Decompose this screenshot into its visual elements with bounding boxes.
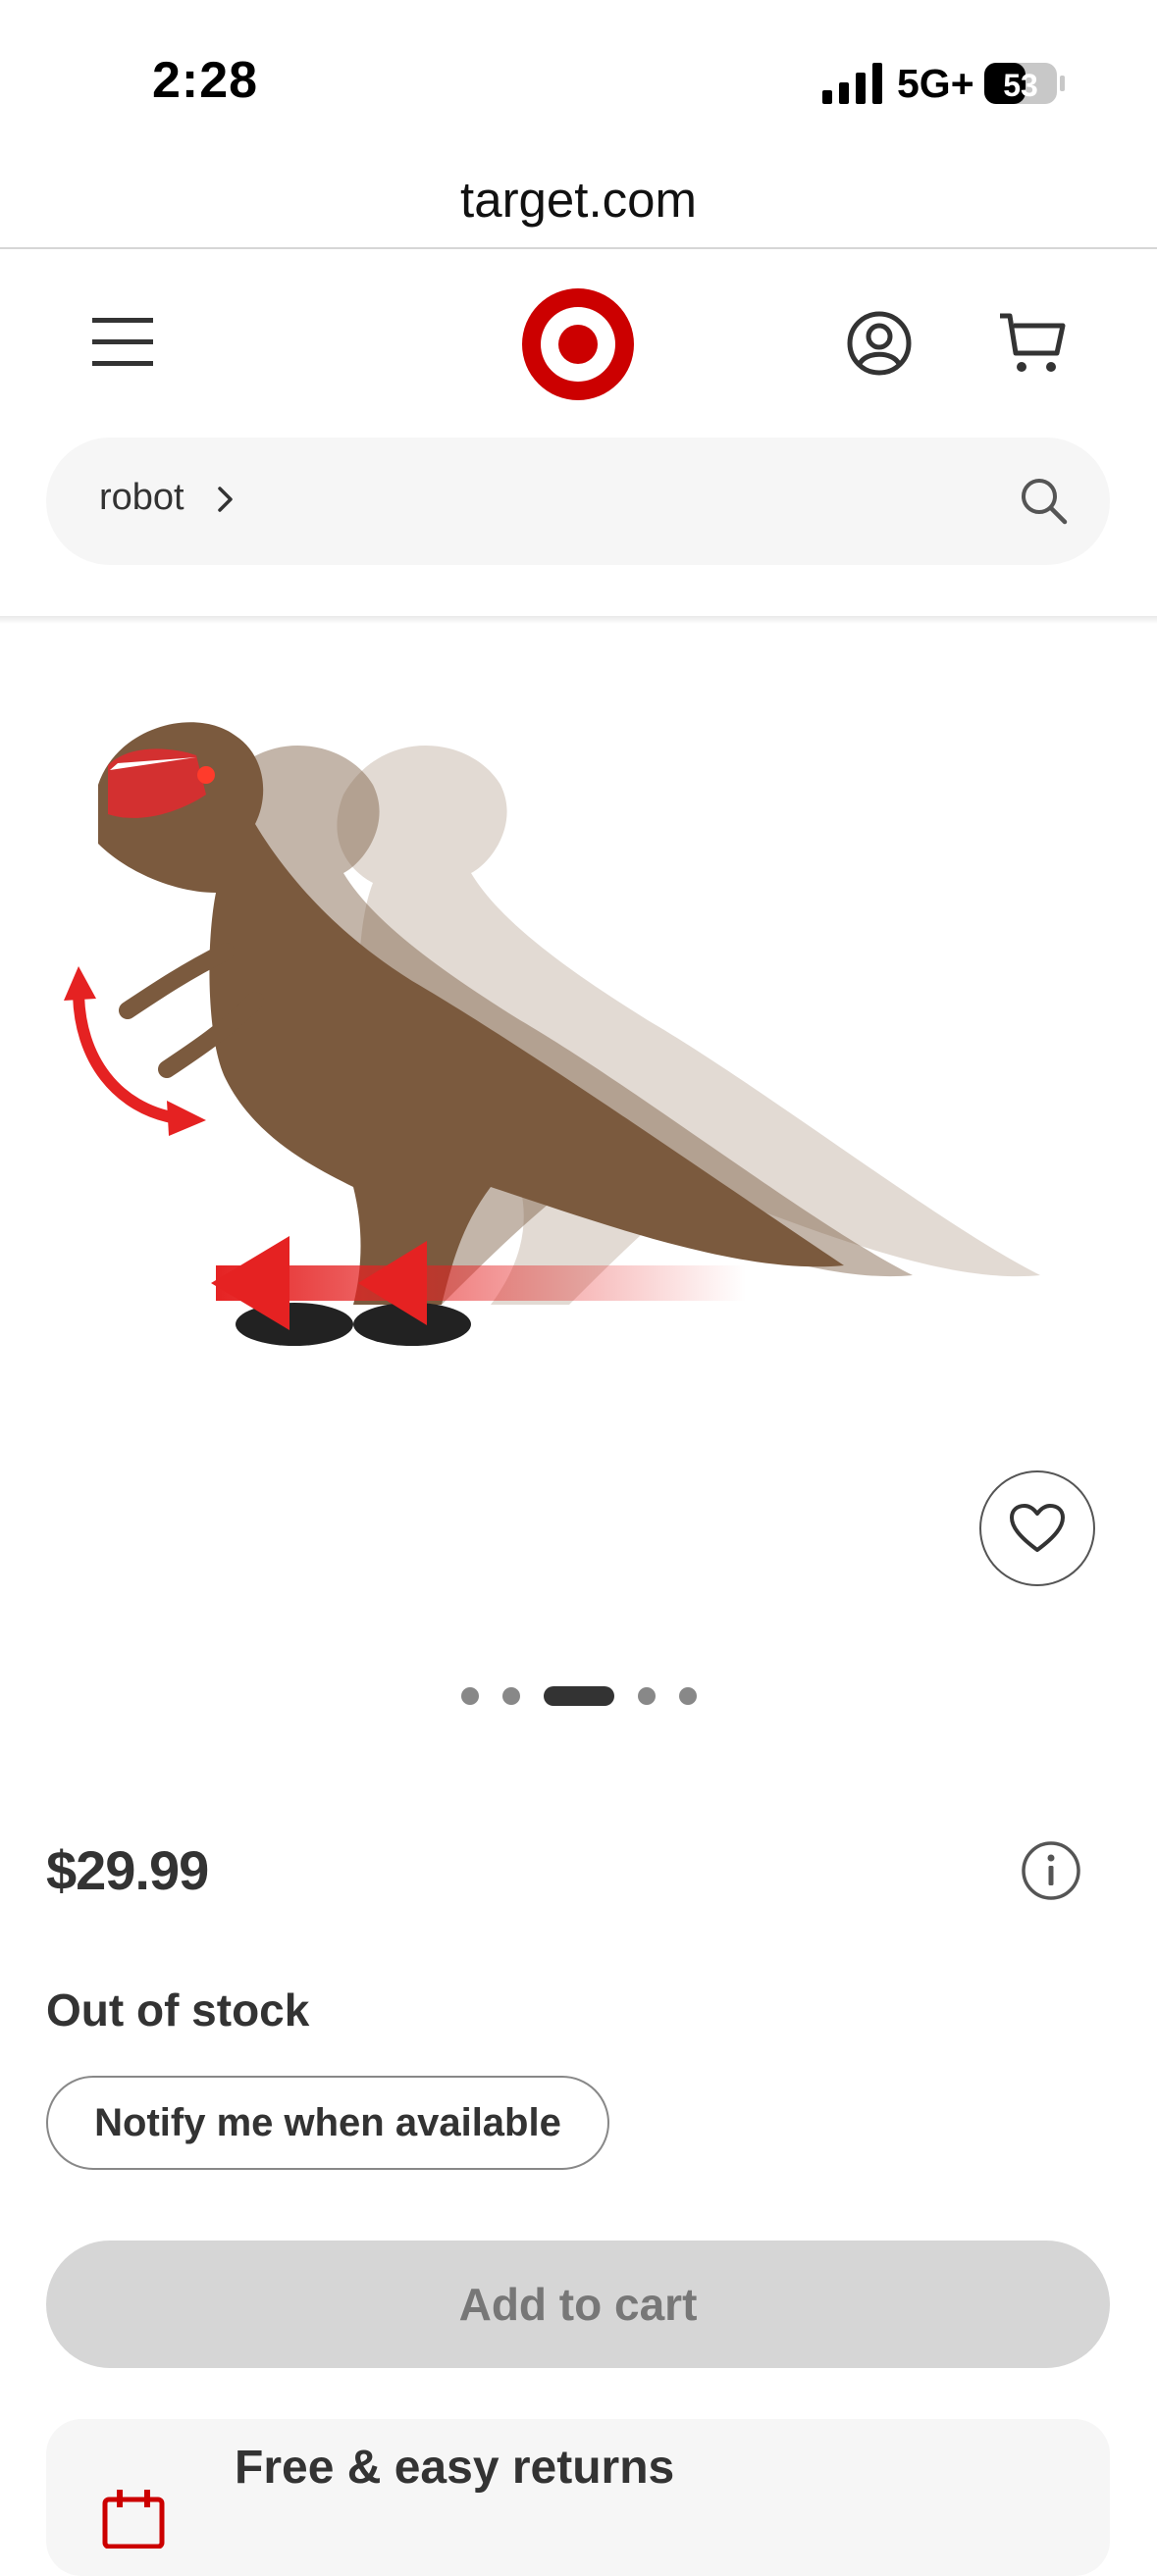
carousel-dot[interactable] (637, 1687, 656, 1705)
target-logo-icon[interactable] (520, 286, 636, 402)
carousel-dot[interactable] (460, 1687, 479, 1705)
calendar-icon (102, 2490, 165, 2549)
cart-icon[interactable] (996, 310, 1069, 377)
carousel-dot[interactable] (678, 1687, 697, 1705)
hamburger-menu-icon[interactable] (88, 312, 159, 373)
status-time: 2:28 (152, 52, 259, 109)
search-bar[interactable]: robot (46, 438, 1110, 565)
heart-icon (1010, 1504, 1065, 1552)
search-query[interactable]: robot (99, 477, 184, 519)
image-carousel-indicator (0, 1684, 1157, 1708)
battery-level: 53 (1003, 68, 1038, 103)
battery-icon: 53 (984, 63, 1065, 104)
browser-url-bar[interactable]: target.com (0, 157, 1157, 249)
returns-info-card[interactable]: Free & easy returns (46, 2419, 1110, 2576)
stock-status: Out of stock (46, 1984, 310, 2035)
search-icon[interactable] (1018, 475, 1071, 528)
favorite-button[interactable] (979, 1470, 1095, 1586)
cellular-signal-icon (822, 63, 882, 104)
add-to-cart-button[interactable]: Add to cart (46, 2241, 1110, 2368)
chevron-right-icon (218, 487, 233, 512)
product-image[interactable] (59, 677, 1099, 1442)
notify-me-button[interactable]: Notify me when available (46, 2076, 609, 2170)
header-divider (0, 616, 1157, 624)
carousel-dot[interactable] (501, 1687, 520, 1705)
network-type: 5G+ (897, 61, 974, 106)
carousel-dot-active[interactable] (543, 1686, 614, 1706)
info-icon[interactable] (1021, 1840, 1081, 1901)
url-text: target.com (460, 172, 697, 228)
account-icon[interactable] (846, 310, 913, 377)
product-price: $29.99 (46, 1839, 209, 1901)
returns-title: Free & easy returns (235, 2442, 675, 2494)
